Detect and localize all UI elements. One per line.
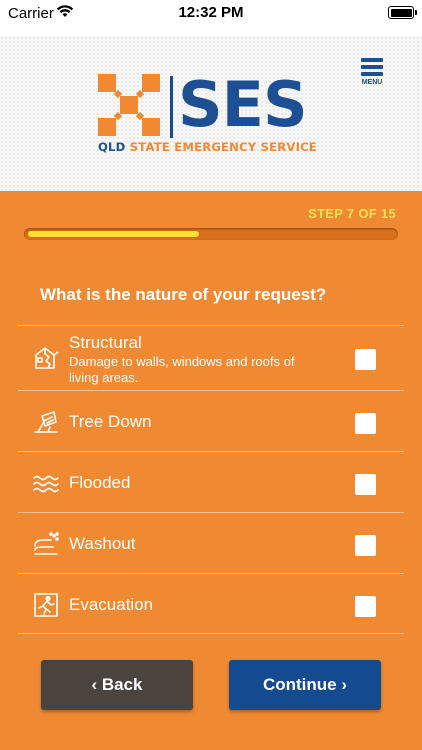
tree-down-checkbox[interactable]	[355, 413, 376, 434]
progress-bar	[24, 228, 398, 240]
menu-label: MENU	[361, 79, 383, 86]
logo-tagline: QLD STATE EMERGENCY SERVICE	[98, 140, 317, 154]
option-label: Evacuation	[69, 595, 154, 614]
option-label: Flooded	[69, 473, 131, 492]
option-structural[interactable]: Structural Damage to walls, windows and …	[18, 325, 404, 390]
status-bar: Carrier 12:32 PM	[0, 0, 422, 36]
evacuation-icon	[34, 593, 58, 617]
tagline-service: STATE EMERGENCY SERVICE	[129, 140, 317, 154]
progress-fill	[28, 231, 199, 237]
hamburger-icon	[361, 58, 383, 62]
tree-down-icon	[34, 411, 58, 433]
ses-logo: SES QLD STATE EMERGENCY SERVICE	[98, 68, 324, 164]
request-type-list: Structural Damage to walls, windows and …	[18, 325, 404, 634]
washout-icon	[34, 532, 59, 555]
option-evacuation[interactable]: Evacuation	[18, 573, 404, 634]
option-label: Structural	[69, 333, 142, 352]
option-description: Damage to walls, windows and roofs of li…	[69, 354, 295, 385]
battery-icon	[388, 6, 417, 19]
house-damage-icon	[35, 347, 59, 369]
flooded-checkbox[interactable]	[355, 474, 376, 495]
hamburger-icon-bar	[361, 72, 383, 76]
logo-divider	[170, 76, 173, 138]
option-tree-down[interactable]: Tree Down	[18, 390, 404, 451]
continue-button[interactable]: Continue ›	[229, 660, 381, 710]
hamburger-icon-bar	[361, 65, 383, 69]
tagline-region: QLD	[98, 140, 130, 154]
option-flooded[interactable]: Flooded	[18, 451, 404, 512]
app-header: SES QLD STATE EMERGENCY SERVICE MENU	[0, 36, 422, 191]
checker-logo-icon	[98, 74, 160, 136]
water-waves-icon	[33, 475, 59, 493]
menu-button[interactable]: MENU	[356, 58, 388, 88]
logo-wordmark: SES	[178, 68, 308, 141]
washout-checkbox[interactable]	[355, 535, 376, 556]
evacuation-checkbox[interactable]	[355, 596, 376, 617]
option-label: Tree Down	[69, 412, 152, 431]
option-washout[interactable]: Washout	[18, 512, 404, 573]
step-indicator: STEP 7 OF 15	[308, 206, 396, 221]
question-heading: What is the nature of your request?	[40, 285, 327, 304]
clock: 12:32 PM	[178, 4, 244, 21]
option-label: Washout	[69, 534, 136, 553]
back-button[interactable]: ‹ Back	[41, 660, 193, 710]
structural-checkbox[interactable]	[355, 349, 376, 370]
